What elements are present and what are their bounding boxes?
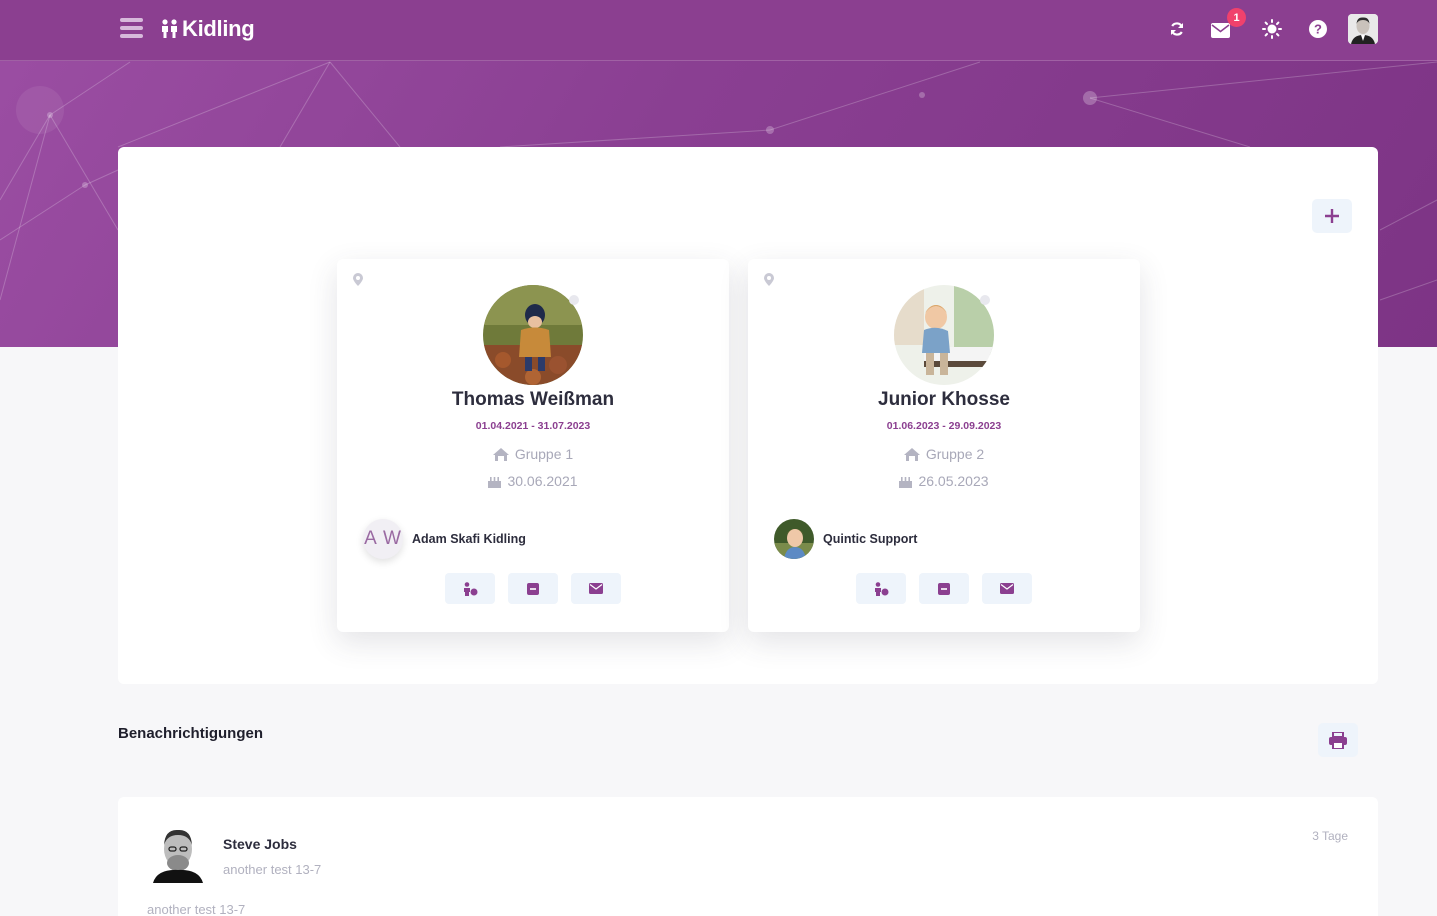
notification-time: 3 Tage <box>1312 829 1348 843</box>
child-birthday: 26.05.2023 <box>918 473 989 489</box>
add-child-button[interactable] <box>1312 199 1352 233</box>
guardian-photo-image <box>774 519 814 559</box>
location-pin-icon[interactable] <box>764 273 774 286</box>
birthday-cake-icon <box>899 476 913 488</box>
child-name[interactable]: Thomas Weißman <box>337 389 729 411</box>
child-birthday: 30.06.2021 <box>507 473 578 489</box>
child-card[interactable]: Thomas Weißman 01.04.2021 - 31.07.2023 G… <box>337 259 729 632</box>
message-button[interactable] <box>982 573 1032 604</box>
notification-body: another test 13-7 <box>147 902 246 916</box>
print-button[interactable] <box>1318 723 1358 757</box>
envelope-icon <box>1000 583 1014 594</box>
guardian-name[interactable]: Adam Skafi Kidling <box>412 532 526 546</box>
sun-icon[interactable] <box>1260 17 1284 41</box>
notification-item[interactable]: Steve Jobs another test 13-7 3 Tage anot… <box>118 797 1378 916</box>
group-house-icon <box>492 447 509 461</box>
child-dates: 01.06.2023 - 29.09.2023 <box>886 420 1002 432</box>
svg-text:?: ? <box>1314 22 1322 37</box>
child-photo-image <box>483 285 583 385</box>
user-photo-icon <box>1348 14 1378 44</box>
child-group: Gruppe 2 <box>925 446 985 462</box>
notification-subject: another test 13-7 <box>223 862 322 877</box>
checkin-button[interactable] <box>856 573 906 604</box>
checkin-button[interactable] <box>445 573 495 604</box>
child-actions <box>445 573 621 604</box>
person-status-icon <box>464 581 478 596</box>
minus-square-icon <box>938 582 950 595</box>
child-photo-image <box>894 285 994 385</box>
status-dot <box>569 295 579 305</box>
message-button[interactable] <box>571 573 621 604</box>
child-birthday-row: 26.05.2023 <box>748 473 1140 489</box>
person-status-icon <box>875 581 889 596</box>
plus-icon <box>1325 209 1339 223</box>
guardian-row[interactable]: Quintic Support <box>774 519 917 559</box>
notifications-title: Benachrichtigungen <box>118 725 264 742</box>
child-dates: 01.04.2021 - 31.07.2023 <box>475 420 591 432</box>
absence-button[interactable] <box>919 573 969 604</box>
user-avatar[interactable] <box>1348 14 1378 44</box>
help-icon[interactable]: ? <box>1306 17 1330 41</box>
sender-photo-image <box>147 823 207 883</box>
kidling-logo-mark-icon <box>162 19 177 38</box>
refresh-icon[interactable] <box>1165 17 1189 41</box>
group-house-icon <box>903 447 920 461</box>
mail-count-badge: 1 <box>1227 8 1246 27</box>
kidling-logo[interactable]: Kidling <box>160 15 255 43</box>
child-group-row: Gruppe 1 <box>337 446 729 462</box>
child-birthday-row: 30.06.2021 <box>337 473 729 489</box>
hamburger-icon[interactable] <box>120 18 143 38</box>
minus-square-icon <box>527 582 539 595</box>
birthday-cake-icon <box>488 476 502 488</box>
child-card[interactable]: Junior Khosse 01.06.2023 - 29.09.2023 Gr… <box>748 259 1140 632</box>
location-pin-icon[interactable] <box>353 273 363 286</box>
guardian-name[interactable]: Quintic Support <box>823 532 917 546</box>
envelope-icon <box>589 583 603 594</box>
printer-icon <box>1329 731 1347 749</box>
child-group-row: Gruppe 2 <box>748 446 1140 462</box>
absence-button[interactable] <box>508 573 558 604</box>
child-name[interactable]: Junior Khosse <box>748 389 1140 411</box>
sender-avatar <box>147 823 207 883</box>
child-group: Gruppe 1 <box>514 446 574 462</box>
child-photo <box>483 285 583 385</box>
guardian-row[interactable]: A W Adam Skafi Kidling <box>363 519 526 559</box>
brand-name: Kidling <box>182 16 255 41</box>
child-photo <box>894 285 994 385</box>
status-dot <box>980 295 990 305</box>
guardian-avatar <box>774 519 814 559</box>
guardian-avatar: A W <box>363 519 403 559</box>
notification-sender[interactable]: Steve Jobs <box>223 836 297 852</box>
child-actions <box>856 573 1032 604</box>
